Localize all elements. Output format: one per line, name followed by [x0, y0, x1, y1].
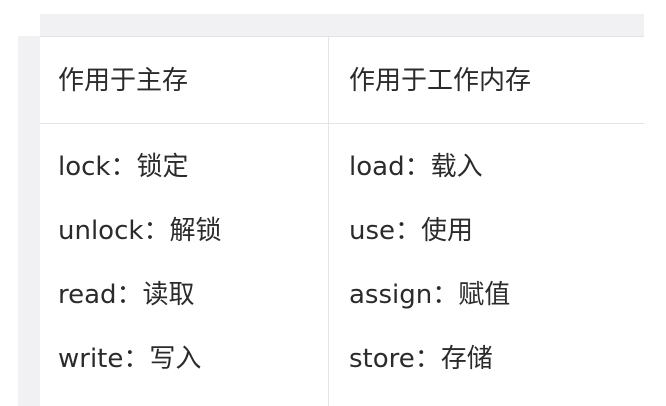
table-cell: lock：锁定 [58, 152, 189, 182]
table-cell: unlock：解锁 [58, 216, 222, 246]
table-cell: write：写入 [58, 344, 202, 374]
table-cell: read：读取 [58, 280, 195, 310]
top-gutter [40, 14, 644, 36]
header-working-memory: 作用于工作内存 [349, 66, 532, 96]
table-cell: store：存储 [349, 344, 493, 374]
table-cell: assign：赋值 [349, 280, 511, 310]
left-gutter [18, 36, 40, 406]
column-divider [328, 37, 329, 406]
header-main-memory: 作用于主存 [58, 66, 189, 96]
table-cell: load：载入 [349, 152, 483, 182]
table-cell: use：使用 [349, 216, 474, 246]
operations-table: 作用于主存 作用于工作内存 lock：锁定 load：载入 unlock：解锁 … [40, 36, 644, 406]
